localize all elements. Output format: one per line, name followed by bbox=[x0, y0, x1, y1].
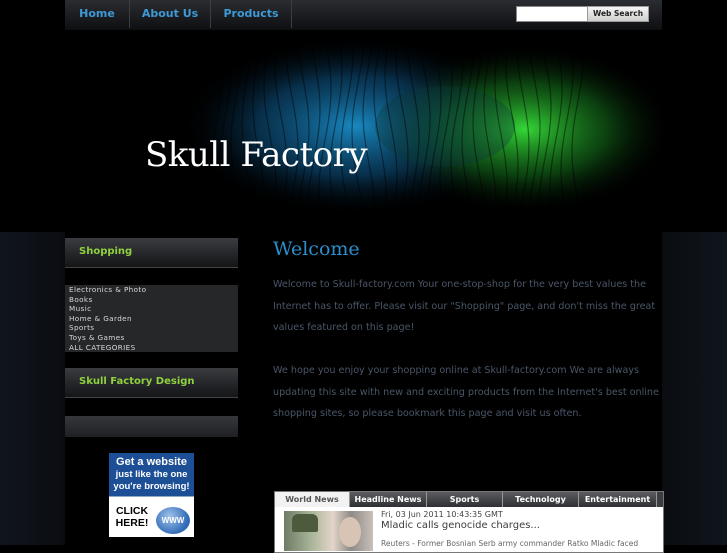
shopping-heading-box: Shopping bbox=[65, 238, 238, 268]
header-banner: Skull Factory bbox=[65, 31, 662, 231]
ad-line: you're browsing! bbox=[113, 481, 190, 492]
nav-home-link[interactable]: Home bbox=[65, 0, 130, 28]
category-link[interactable]: Sports bbox=[65, 323, 238, 333]
tab-headline-news[interactable]: Headline News bbox=[350, 492, 427, 507]
tab-world-news[interactable]: World News bbox=[275, 492, 350, 507]
category-link[interactable]: Books bbox=[65, 295, 238, 305]
welcome-heading: Welcome bbox=[273, 238, 360, 260]
sidebar-strip bbox=[65, 416, 238, 437]
web-search-button[interactable]: Web Search bbox=[587, 6, 649, 22]
category-list: Electronics & Photo Books Music Home & G… bbox=[65, 285, 238, 352]
ad-line: Get a website bbox=[116, 456, 187, 468]
tab-technology[interactable]: Technology bbox=[503, 492, 579, 507]
news-headline-link[interactable]: Mladic calls genocide charges... bbox=[381, 520, 540, 531]
welcome-paragraph: Welcome to Skull-factory.com Your one-st… bbox=[273, 279, 656, 333]
nav-products-link[interactable]: Products bbox=[211, 0, 292, 28]
category-link[interactable]: Music bbox=[65, 304, 238, 314]
header-glow-art bbox=[65, 31, 662, 231]
all-categories-link[interactable]: ALL CATEGORIES bbox=[65, 343, 238, 353]
top-navbar: Home About Us Products Web Search bbox=[65, 0, 662, 31]
news-date: Fri, 03 Jun 2011 10:43:35 GMT bbox=[381, 510, 503, 519]
shopping-heading: Shopping bbox=[79, 246, 133, 257]
news-tab-bar: World News Headline News Sports Technolo… bbox=[275, 492, 663, 507]
news-photo[interactable] bbox=[284, 511, 373, 551]
nav-about-link[interactable]: About Us bbox=[130, 0, 211, 28]
design-heading: Skull Factory Design bbox=[79, 376, 195, 387]
tab-entertainment[interactable]: Entertainment bbox=[579, 492, 657, 507]
category-link[interactable]: Home & Garden bbox=[65, 314, 238, 324]
search-input[interactable] bbox=[516, 6, 590, 22]
welcome-paragraph: We hope you enjoy your shopping online a… bbox=[273, 365, 659, 419]
tab-sports[interactable]: Sports bbox=[427, 492, 503, 507]
category-link[interactable]: Electronics & Photo bbox=[65, 285, 238, 295]
design-heading-box: Skull Factory Design bbox=[65, 368, 238, 398]
ad-line: just like the one bbox=[115, 469, 188, 480]
page-container: Home About Us Products Web Search Skull … bbox=[65, 0, 664, 553]
website-ad-banner[interactable]: Get a website just like the one you're b… bbox=[109, 453, 194, 537]
ad-click-here: CLICK HERE! bbox=[115, 505, 149, 529]
category-link[interactable]: Toys & Games bbox=[65, 333, 238, 343]
news-widget: World News Headline News Sports Technolo… bbox=[274, 491, 664, 553]
site-title: Skull Factory bbox=[145, 135, 368, 175]
globe-icon: WWW bbox=[156, 507, 190, 534]
news-snippet: Reuters - Former Bosnian Serb army comma… bbox=[381, 539, 639, 548]
